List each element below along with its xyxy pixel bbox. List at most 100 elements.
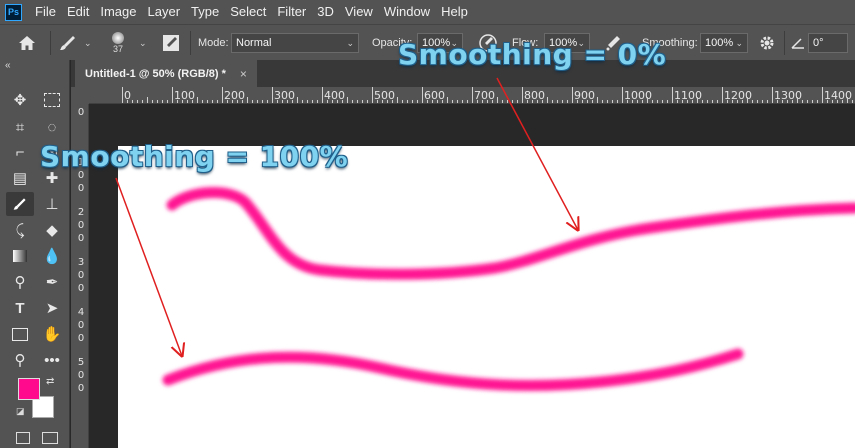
ruler-minor-tick (317, 100, 318, 103)
ruler-minor-tick (127, 100, 128, 103)
ruler-minor-tick (612, 100, 613, 103)
ruler-minor-tick (732, 100, 733, 103)
brush-size-picker[interactable]: 37 (112, 25, 124, 61)
foreground-color-swatch[interactable] (18, 378, 40, 400)
ruler-minor-tick (192, 100, 193, 103)
eyedropper-tool-icon[interactable]: ▤ (6, 166, 34, 190)
ruler-minor-tick (677, 100, 678, 103)
angle-field[interactable]: 0° (808, 33, 848, 53)
ruler-minor-tick (217, 100, 218, 103)
marquee-tool-icon[interactable] (38, 88, 66, 112)
horizontal-ruler[interactable]: 0 100 200 300 400 500 600 700 800 900 1000 1100 1200… (89, 87, 855, 104)
zoom-tool-icon[interactable]: ⚲ (6, 348, 34, 372)
ruler-minor-tick (787, 100, 788, 103)
ruler-minor-tick (232, 100, 233, 103)
ruler-minor-tick (792, 100, 793, 103)
document-canvas[interactable] (118, 146, 855, 448)
ruler-minor-tick (242, 100, 243, 103)
tool-preset-picker[interactable]: ⌄ (58, 25, 92, 61)
ruler-minor-tick (502, 100, 503, 103)
document-tab[interactable]: Untitled-1 @ 50% (RGB/8) * × (75, 60, 257, 87)
menu-3d[interactable]: 3D (314, 0, 342, 24)
default-colors-icon[interactable]: ◪ (16, 406, 25, 417)
ruler-minor-tick (467, 100, 468, 103)
ruler-minor-tick (147, 97, 148, 103)
menu-bar: Ps File Edit Image Layer Type Select Fil… (0, 0, 855, 24)
gradient-tool-icon[interactable] (6, 244, 34, 268)
home-button[interactable] (18, 25, 36, 61)
mode-dropdown[interactable]: Normal ⌄ (231, 33, 359, 53)
menu-type[interactable]: Type (188, 0, 227, 24)
blur-tool-icon[interactable]: 💧 (38, 244, 66, 268)
ruler-minor-tick (602, 100, 603, 103)
lasso-tool-icon[interactable]: ◌ (38, 115, 66, 139)
ruler-minor-tick (712, 100, 713, 103)
ruler-minor-tick (842, 100, 843, 103)
tools-panel: « ✥ ⌗ ◌ ⌐ ⊠ ▤ ✚ ⊥ ⤹ ◆ 💧 ⚲ ✒ T ➤ ✋ ⚲ ••• … (0, 60, 70, 448)
path-selection-tool-icon[interactable]: ➤ (38, 296, 66, 320)
menu-filter[interactable]: Filter (274, 0, 314, 24)
brush-settings-toggle[interactable] (162, 25, 180, 61)
ruler-minor-tick (357, 100, 358, 103)
ruler-minor-tick (617, 100, 618, 103)
ruler-minor-tick (742, 100, 743, 103)
ruler-tick (122, 87, 123, 103)
menu-edit[interactable]: Edit (64, 0, 97, 24)
chevron-down-icon[interactable]: ⌄ (139, 38, 147, 49)
ruler-minor-tick (367, 100, 368, 103)
magic-selection-tool-icon[interactable]: ⌗ (6, 115, 34, 139)
ruler-minor-tick (292, 100, 293, 103)
ruler-minor-tick (537, 100, 538, 103)
menu-layer[interactable]: Layer (145, 0, 189, 24)
type-tool-icon[interactable]: T (6, 296, 34, 320)
move-tool-icon[interactable]: ✥ (6, 88, 34, 112)
crop-tool-icon[interactable]: ⌐ (6, 140, 34, 164)
ruler-minor-tick (607, 100, 608, 103)
rectangle-tool-icon[interactable] (6, 322, 34, 346)
ruler-minor-tick (207, 100, 208, 103)
stamp-tool-icon[interactable]: ⊥ (38, 192, 66, 216)
ruler-minor-tick (412, 100, 413, 103)
ruler-minor-tick (252, 100, 253, 103)
collapse-panel-icon[interactable]: « (5, 60, 11, 71)
ruler-minor-tick (267, 100, 268, 103)
ruler-minor-tick (547, 97, 548, 103)
ruler-minor-tick (417, 100, 418, 103)
smoothing-options-button[interactable] (758, 25, 776, 61)
ruler-minor-tick (682, 100, 683, 103)
menu-select[interactable]: Select (227, 0, 274, 24)
more-tools-icon[interactable]: ••• (38, 348, 66, 372)
ruler-minor-tick (562, 100, 563, 103)
ruler-minor-tick (167, 100, 168, 103)
ruler-minor-tick (832, 100, 833, 103)
ruler-minor-tick (707, 100, 708, 103)
eraser-tool-icon[interactable]: ◆ (38, 218, 66, 242)
quick-mask-icon[interactable] (16, 432, 30, 444)
menu-help[interactable]: Help (438, 0, 476, 24)
ruler-minor-tick (387, 100, 388, 103)
menu-view[interactable]: View (342, 0, 381, 24)
brush-tool-icon[interactable] (6, 192, 34, 216)
menu-image[interactable]: Image (97, 0, 144, 24)
history-brush-tool-icon[interactable]: ⤹ (6, 218, 34, 242)
ruler-minor-tick (427, 100, 428, 103)
hand-tool-icon[interactable]: ✋ (38, 322, 66, 346)
dodge-tool-icon[interactable]: ⚲ (6, 270, 34, 294)
close-icon[interactable]: × (240, 67, 247, 81)
ruler-tick (822, 87, 823, 103)
ruler-origin[interactable] (71, 87, 89, 104)
ruler-minor-tick (307, 100, 308, 103)
ruler-minor-tick (802, 100, 803, 103)
screen-mode-icon[interactable] (42, 432, 58, 444)
smoothing-field[interactable]: 100% ⌄ (700, 33, 748, 53)
ruler-minor-tick (637, 100, 638, 103)
menu-window[interactable]: Window (381, 0, 438, 24)
ruler-minor-tick (577, 100, 578, 103)
ruler-minor-tick (187, 100, 188, 103)
ruler-minor-tick (392, 100, 393, 103)
ruler-minor-tick (477, 100, 478, 103)
pen-tool-icon[interactable]: ✒ (38, 270, 66, 294)
ruler-minor-tick (332, 100, 333, 103)
swap-colors-icon[interactable]: ⇄ (46, 376, 54, 387)
menu-file[interactable]: File (32, 0, 64, 24)
